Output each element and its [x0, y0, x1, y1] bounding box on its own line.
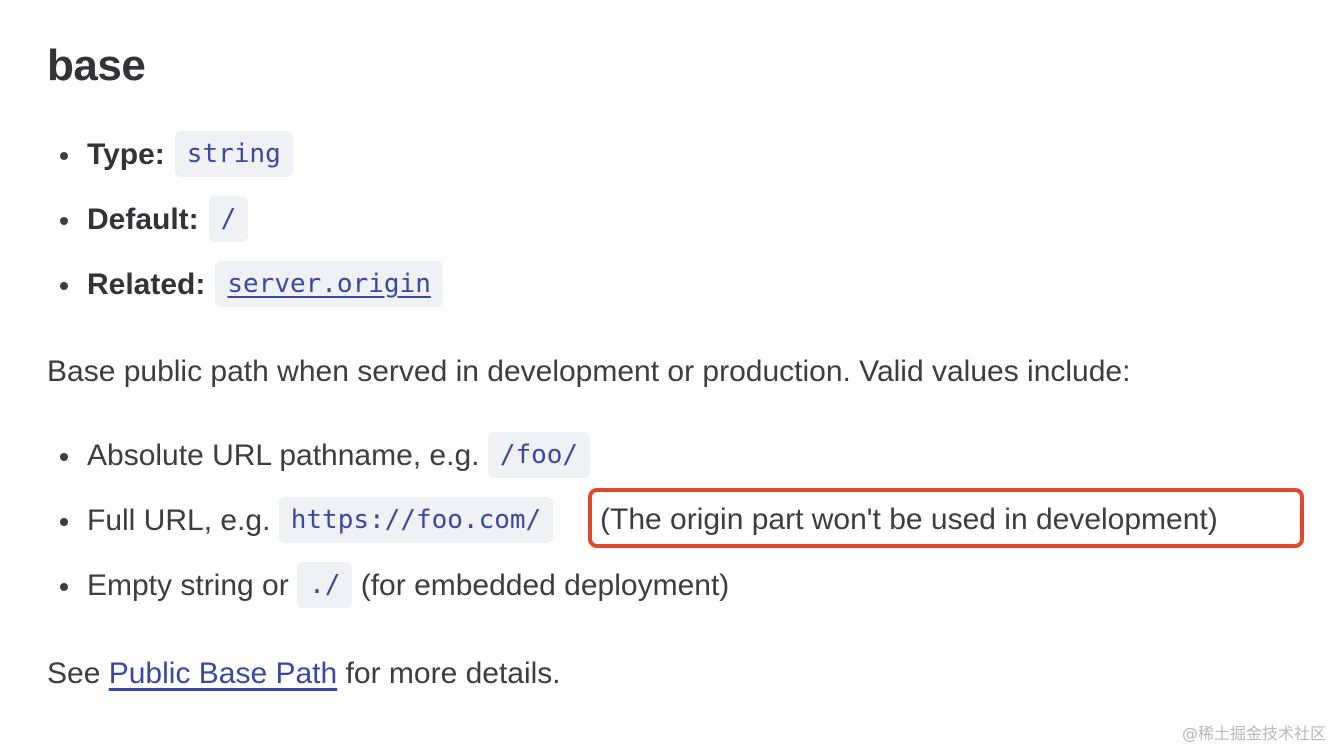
list-item-type: Type: string	[47, 131, 443, 178]
highlight-box: (The origin part won't be used in develo…	[588, 488, 1304, 548]
see-prefix: See	[47, 657, 101, 690]
intro-paragraph: Base public path when served in developm…	[47, 355, 1131, 388]
empty-string-text: Empty string or	[87, 569, 289, 602]
watermark: @稀土掘金技术社区	[1181, 724, 1326, 743]
list-item-empty-string: Empty string or ./ (for embedded deploym…	[47, 562, 730, 609]
empty-string-code: ./	[297, 562, 353, 609]
related-code: server.origin	[215, 261, 443, 308]
server-origin-link[interactable]: server.origin	[227, 269, 431, 299]
origin-note: (The origin part won't be used in develo…	[600, 503, 1218, 536]
empty-string-suffix: (for embedded deployment)	[360, 569, 730, 602]
type-label: Type:	[87, 138, 165, 171]
absolute-url-text: Absolute URL pathname, e.g.	[87, 439, 480, 472]
default-value-code: /	[208, 196, 249, 243]
see-more-paragraph: See Public Base Path for more details.	[47, 654, 561, 694]
related-label: Related:	[87, 268, 206, 301]
absolute-url-code: /foo/	[487, 432, 591, 479]
see-suffix: for more details.	[345, 657, 561, 690]
default-label: Default:	[87, 203, 199, 236]
section-heading: base	[47, 41, 146, 90]
meta-list: Type: string Default: / Related: server.ori…	[47, 131, 443, 328]
type-value-code: string	[174, 131, 293, 178]
full-url-text: Full URL, e.g.	[87, 504, 271, 537]
full-url-code: https://foo.com/	[278, 497, 554, 544]
list-item-default: Default: /	[47, 196, 443, 243]
list-item-related: Related: server.origin	[47, 261, 443, 308]
list-item-absolute-url: Absolute URL pathname, e.g. /foo/	[47, 432, 729, 479]
public-base-path-link[interactable]: Public Base Path	[109, 657, 337, 690]
